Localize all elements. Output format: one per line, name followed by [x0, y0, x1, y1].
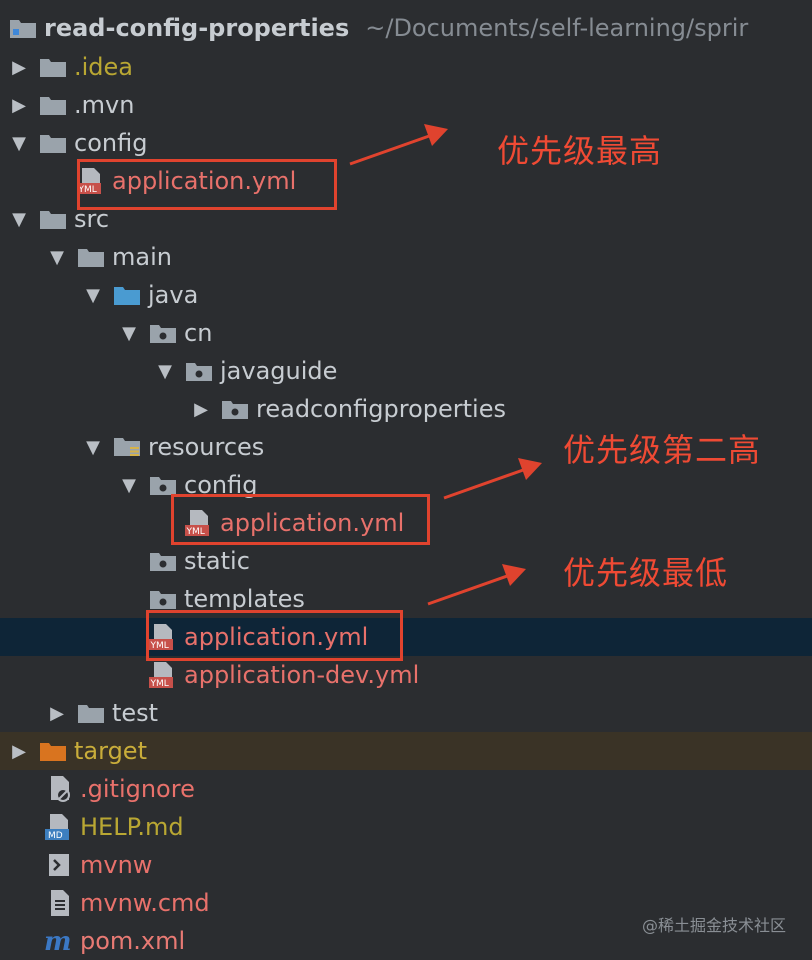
tree-label-test: test: [112, 699, 159, 727]
tree-label-config: config: [74, 129, 148, 157]
tree-row-java[interactable]: ▼ java: [0, 276, 812, 314]
caret-down-icon[interactable]: ▼: [82, 436, 104, 458]
tree-row-javaguide[interactable]: ▼ javaguide: [0, 352, 812, 390]
project-path: ~/Documents/self-learning/sprir: [365, 14, 749, 42]
tree-label-mvnw: mvnw: [80, 851, 153, 879]
caret-right-icon[interactable]: ▶: [8, 740, 30, 762]
tree-label-javaguide: javaguide: [220, 357, 338, 385]
ignore-file-icon: [44, 776, 74, 802]
tree-row-target[interactable]: ▶ target: [0, 732, 812, 770]
tree-label-mvnw-cmd: mvnw.cmd: [80, 889, 210, 917]
folder-icon: [76, 244, 106, 270]
tree-row-main[interactable]: ▼ main: [0, 238, 812, 276]
shell-script-icon: [44, 852, 74, 878]
package-icon: [148, 320, 178, 346]
tree-label-idea: .idea: [74, 53, 134, 81]
tree-row-resources-application-yml[interactable]: YML application.yml: [0, 618, 812, 656]
tree-label-cn: cn: [184, 319, 213, 347]
highlight-box-resources-config-yml: [171, 494, 430, 545]
tree-row-test[interactable]: ▶ test: [0, 694, 812, 732]
project-folder-icon: [8, 15, 38, 41]
package-icon: [184, 358, 214, 384]
annotation-highest-priority: 优先级最高: [497, 132, 663, 170]
annotation-lowest-priority: 优先级最低: [563, 554, 729, 592]
source-folder-icon: [112, 282, 142, 308]
excluded-folder-icon: [38, 738, 68, 764]
tree-row-help-md[interactable]: MD HELP.md: [0, 808, 812, 846]
tree-row-project[interactable]: read-config-properties ~/Documents/self-…: [0, 9, 812, 47]
tree-row-application-dev-yml[interactable]: YML application-dev.yml: [0, 656, 812, 694]
caret-down-icon[interactable]: ▼: [118, 322, 140, 344]
tree-label-mvn: .mvn: [74, 91, 135, 119]
tree-label-pom-xml: pom.xml: [80, 927, 186, 955]
caret-right-icon[interactable]: ▶: [190, 398, 212, 420]
arrow-icon: [349, 124, 448, 166]
watermark: @稀土掘金技术社区: [641, 916, 786, 935]
tree-label-target: target: [74, 737, 147, 765]
svg-text:MD: MD: [48, 831, 63, 841]
caret-down-icon[interactable]: ▼: [46, 246, 68, 268]
package-icon: [220, 396, 250, 422]
annotation-second-priority: 优先级第二高: [563, 431, 762, 469]
tree-label-gitignore: .gitignore: [80, 775, 195, 803]
tree-row-idea[interactable]: ▶ .idea: [0, 48, 812, 86]
yml-file-icon: YML: [148, 662, 178, 689]
maven-pom-icon: m: [44, 928, 74, 954]
package-icon: [148, 586, 178, 612]
tree-label-java: java: [148, 281, 199, 309]
project-name: read-config-properties: [44, 14, 350, 42]
caret-down-icon[interactable]: ▼: [8, 132, 30, 154]
folder-icon: [38, 130, 68, 156]
markdown-file-icon: MD: [44, 814, 74, 841]
caret-down-icon[interactable]: ▼: [82, 284, 104, 306]
folder-icon: [38, 206, 68, 232]
highlight-box-config-yml: [77, 159, 337, 210]
caret-right-icon[interactable]: ▶: [8, 94, 30, 116]
tree-label-help-md: HELP.md: [80, 813, 184, 841]
caret-down-icon[interactable]: ▼: [154, 360, 176, 382]
caret-right-icon[interactable]: ▶: [46, 702, 68, 724]
svg-text:YML: YML: [150, 679, 169, 689]
tree-row-readconfigproperties[interactable]: ▶ readconfigproperties: [0, 390, 812, 428]
caret-down-icon[interactable]: ▼: [8, 208, 30, 230]
tree-row-gitignore[interactable]: .gitignore: [0, 770, 812, 808]
tree-row-cn[interactable]: ▼ cn: [0, 314, 812, 352]
tree-label-resources: resources: [148, 433, 265, 461]
caret-down-icon[interactable]: ▼: [118, 474, 140, 496]
folder-icon: [38, 54, 68, 80]
caret-right-icon[interactable]: ▶: [8, 56, 30, 78]
tree-label-static: static: [184, 547, 250, 575]
highlight-box-resources-yml: [146, 610, 403, 661]
arrow-icon: [443, 458, 542, 500]
folder-icon: [38, 92, 68, 118]
arrow-icon: [427, 564, 526, 606]
tree-label-readconfigproperties: readconfigproperties: [256, 395, 506, 423]
folder-icon: [76, 700, 106, 726]
resources-folder-icon: [112, 434, 142, 460]
package-icon: [148, 548, 178, 574]
tree-label-application-dev-yml: application-dev.yml: [184, 661, 420, 689]
tree-row-mvnw[interactable]: mvnw: [0, 846, 812, 884]
text-file-icon: [44, 890, 74, 916]
tree-label-main: main: [112, 243, 172, 271]
svg-text:m: m: [44, 928, 72, 954]
